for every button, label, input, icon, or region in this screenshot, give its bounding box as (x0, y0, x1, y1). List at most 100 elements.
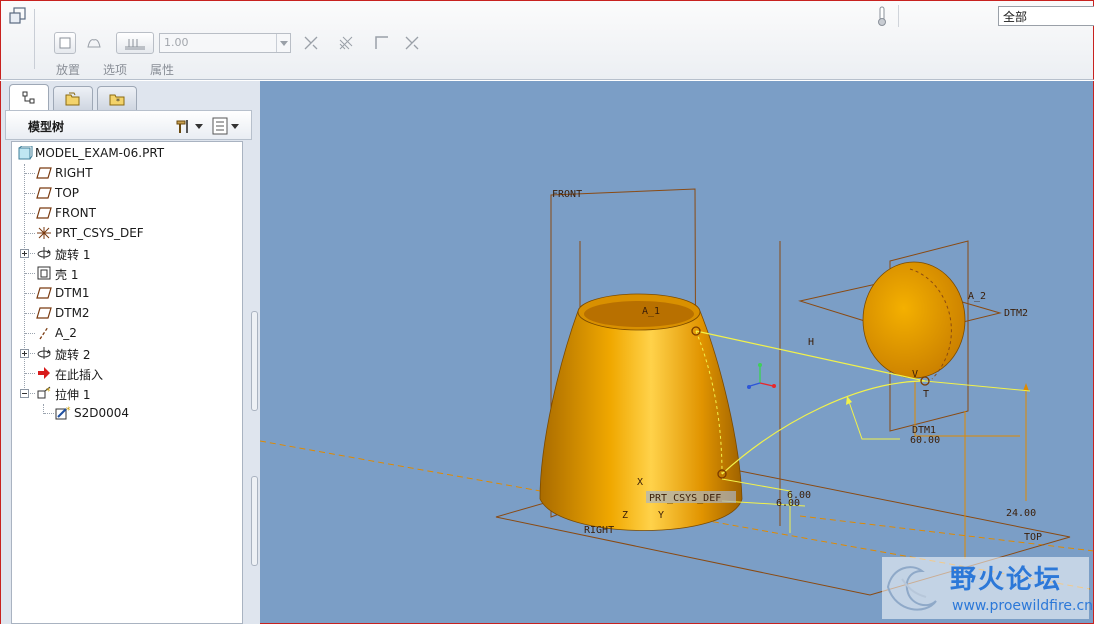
remove-material-button[interactable] (335, 32, 357, 54)
tree-item-revolve-2[interactable]: 旋转 2 (12, 343, 242, 363)
tools-icon (176, 120, 188, 133)
options-tab[interactable]: 选项 (103, 61, 127, 78)
tree-item-model[interactable]: MODEL_EXAM-06.PRT (12, 143, 242, 163)
tree-item-csys[interactable]: PRT_CSYS_DEF (12, 223, 242, 243)
label-h[interactable]: H (808, 337, 814, 348)
label-z[interactable]: Z (622, 510, 628, 521)
surface-button[interactable] (83, 32, 105, 54)
expand-icon[interactable] (20, 349, 29, 358)
label-y[interactable]: Y (658, 510, 664, 521)
label-a2[interactable]: A_2 (968, 291, 986, 302)
model-tree-icon (22, 91, 35, 104)
flip-button[interactable] (300, 32, 322, 54)
axis-icon (39, 326, 49, 340)
remove-material-icon (339, 36, 353, 50)
thickness-combo[interactable]: 1.00 (159, 33, 291, 53)
label-x[interactable]: X (637, 477, 643, 488)
model-tree-title: 模型树 (28, 120, 65, 134)
model-tree-header: 模型树 (5, 110, 252, 140)
ribbon-divider (898, 5, 899, 27)
label-dtm2[interactable]: DTM2 (1004, 308, 1028, 319)
tab-model-tree[interactable] (9, 84, 49, 111)
datum-plane-icon (36, 187, 52, 199)
tree-item-label: RIGHT (55, 166, 93, 180)
label-right[interactable]: RIGHT (584, 525, 614, 536)
tree-item-a2[interactable]: A_2 (12, 323, 242, 343)
collapse-icon[interactable] (20, 389, 29, 398)
sketch-arc[interactable] (721, 380, 926, 475)
tree-item-shell-1[interactable]: 壳 1 (12, 263, 242, 283)
watermark-url: www.proewildfire.cn (952, 598, 1094, 614)
label-a1[interactable]: A_1 (642, 306, 660, 317)
axis-line (799, 515, 1093, 552)
tab-favorites[interactable]: * (97, 86, 137, 110)
model-view[interactable]: FRONT A_1 A_2 DTM2 DTM1 H V T PRT_CSYS_D… (260, 81, 1094, 624)
placement-tab[interactable]: 放置 (56, 61, 80, 78)
dim-6b[interactable]: 6.00 (776, 498, 800, 509)
tree-connector (25, 333, 35, 334)
tree-connector (25, 293, 35, 294)
graphics-window[interactable]: FRONT A_1 A_2 DTM2 DTM1 H V T PRT_CSYS_D… (260, 81, 1094, 624)
tree-item-right[interactable]: RIGHT (12, 163, 242, 183)
properties-tab[interactable]: 属性 (150, 61, 174, 78)
coordinate-triad (747, 363, 776, 389)
tree-connector (25, 193, 35, 194)
tree-item-dtm1[interactable]: DTM1 (12, 283, 242, 303)
thin-flip-button[interactable] (401, 32, 423, 54)
tree-item-dtm2[interactable]: DTM2 (12, 303, 242, 323)
solid-button[interactable] (54, 32, 76, 54)
label-front[interactable]: FRONT (552, 189, 582, 200)
tree-item-insert-here[interactable]: 在此插入 (12, 363, 242, 383)
tree-connector (25, 173, 35, 174)
tree-item-front[interactable]: FRONT (12, 203, 242, 223)
tree-item-sketch[interactable]: * S2D0004 (12, 403, 242, 423)
tree-item-extrude-1[interactable]: * 拉伸 1 (12, 383, 242, 403)
tree-connector (30, 353, 35, 354)
dim-60[interactable]: 60.00 (910, 435, 940, 446)
revolve-icon (37, 347, 51, 359)
watermark-title: 野火论坛 (950, 565, 1063, 595)
show-button[interactable] (212, 116, 246, 136)
tree-item-label: 壳 1 (55, 268, 79, 282)
chevron-down-icon[interactable] (276, 34, 290, 52)
svg-text:*: * (116, 97, 120, 106)
insert-arrow-icon (38, 367, 50, 379)
tree-connector (25, 233, 35, 234)
thermometer-icon[interactable] (875, 5, 889, 27)
selection-filter[interactable]: 全部 (998, 6, 1094, 26)
tree-item-label: DTM2 (55, 306, 90, 320)
svg-text:*: * (46, 387, 51, 397)
label-top[interactable]: TOP (1024, 532, 1042, 543)
thin-feature-button[interactable] (371, 32, 393, 54)
tree-connector (25, 213, 35, 214)
tab-folder-browser[interactable] (53, 86, 93, 110)
datum-plane-icon (36, 167, 52, 179)
label-v[interactable]: V (912, 369, 918, 380)
settings-button[interactable] (174, 116, 208, 136)
tree-item-top[interactable]: TOP (12, 183, 242, 203)
feature-icon (9, 7, 26, 24)
tree-item-label: MODEL_EXAM-06.PRT (35, 146, 165, 160)
solid-icon (59, 37, 71, 49)
label-prt-csys[interactable]: PRT_CSYS_DEF (649, 493, 721, 504)
tree-item-label: A_2 (55, 326, 77, 340)
splitter-grip[interactable] (251, 476, 258, 566)
chevron-down-icon (231, 123, 239, 129)
revolve-icon (37, 247, 51, 259)
thicken-direction-button[interactable] (116, 32, 154, 54)
splitter-grip[interactable] (251, 311, 258, 411)
expand-icon[interactable] (20, 249, 29, 258)
label-t[interactable]: T (923, 389, 929, 400)
surface-icon (87, 39, 101, 48)
tree-item-revolve-1[interactable]: 旋转 1 (12, 243, 242, 263)
watermark-logo (886, 566, 937, 611)
part-icon (18, 146, 33, 160)
dim-24[interactable]: 24.00 (1006, 508, 1036, 519)
datum-plane-icon (36, 287, 52, 299)
datum-plane-icon (36, 307, 52, 319)
svg-text:*: * (66, 406, 71, 416)
tree-connector (25, 273, 35, 274)
list-icon (212, 117, 228, 135)
tree-connector (25, 373, 35, 374)
revolve-2-disk[interactable] (862, 261, 966, 379)
